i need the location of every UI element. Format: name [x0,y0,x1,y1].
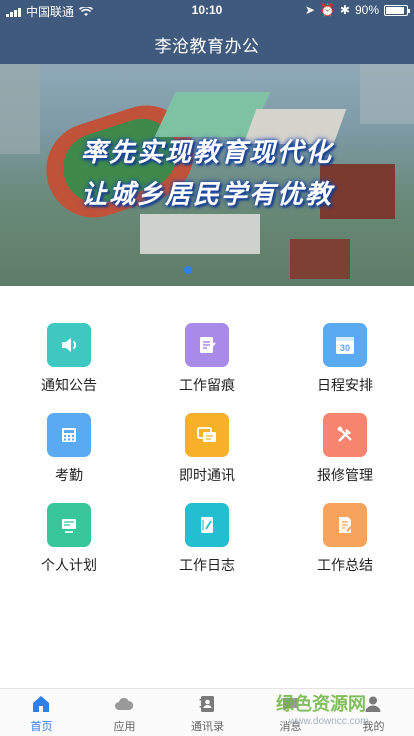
alarm-icon: ⏰ [319,3,335,17]
status-bar: 中国联通 10:10 ➤ ⏰ ✱ 90% [0,0,414,20]
app-header: 中国联通 10:10 ➤ ⏰ ✱ 90% 李沧教育办公 [0,0,414,64]
menu-label: 工作总结 [317,557,373,573]
banner-slogan-line1: 率先实现教育现代化 [80,137,333,167]
bluetooth-icon: ✱ [339,3,350,17]
tab-apps[interactable]: 应用 [83,689,166,736]
status-right: ➤ ⏰ ✱ 90% [304,3,410,17]
cloud-icon [114,694,134,714]
carousel-indicator-dot[interactable] [184,266,192,274]
menu-item-work-log[interactable]: 工作日志 [138,466,276,573]
battery-icon [384,4,410,16]
menu-label: 个人计划 [41,557,97,573]
home-icon [31,694,51,714]
banner-slogan-line2: 让城乡居民学有优教 [80,179,333,209]
location-icon: ➤ [304,3,315,17]
svg-text:30: 30 [340,343,350,353]
menu-item-personal-plan[interactable]: 个人计划 [0,466,138,573]
calculator-icon [47,413,91,457]
chat-bubbles-icon [185,413,229,457]
user-icon [363,694,383,714]
page-title: 李沧教育办公 [154,37,260,56]
menu-item-schedule[interactable]: 30 日程安排 [276,286,414,393]
menu-label: 工作日志 [179,557,235,573]
banner-building [140,214,260,254]
app-grid: 通知公告 工作留痕 30 日程安排 考勤 即时通讯 报修管理 个人计划 工作日志… [0,286,414,606]
banner-carousel[interactable]: 率先实现教育现代化 让城乡居民学有优教 [0,64,414,286]
notepad-icon [185,323,229,367]
watermark-logo: 绿色资源网 [276,694,366,714]
menu-item-attendance[interactable]: 考勤 [0,376,138,483]
menu-item-repair[interactable]: 报修管理 [276,376,414,483]
banner-roof [290,239,350,279]
battery-percent: 90% [354,3,379,17]
menu-item-instant-message[interactable]: 即时通讯 [138,376,276,483]
contacts-book-icon [197,694,217,714]
calendar-30-icon: 30 [323,323,367,367]
tools-icon [323,413,367,457]
plan-icon [47,503,91,547]
tab-home[interactable]: 首页 [0,689,83,736]
speaker-icon [47,323,91,367]
watermark-url: www.downcc.com [289,716,369,727]
tab-label: 通讯录 [191,721,224,733]
menu-item-work-trace[interactable]: 工作留痕 [138,286,276,393]
tab-label: 首页 [30,721,53,733]
tab-label: 应用 [113,721,136,733]
document-pen-icon [323,503,367,547]
menu-item-notice[interactable]: 通知公告 [0,286,138,393]
notebook-icon [185,503,229,547]
menu-item-work-summary[interactable]: 工作总结 [276,466,414,573]
banner-building [360,64,414,124]
tab-contacts[interactable]: 通讯录 [166,689,249,736]
